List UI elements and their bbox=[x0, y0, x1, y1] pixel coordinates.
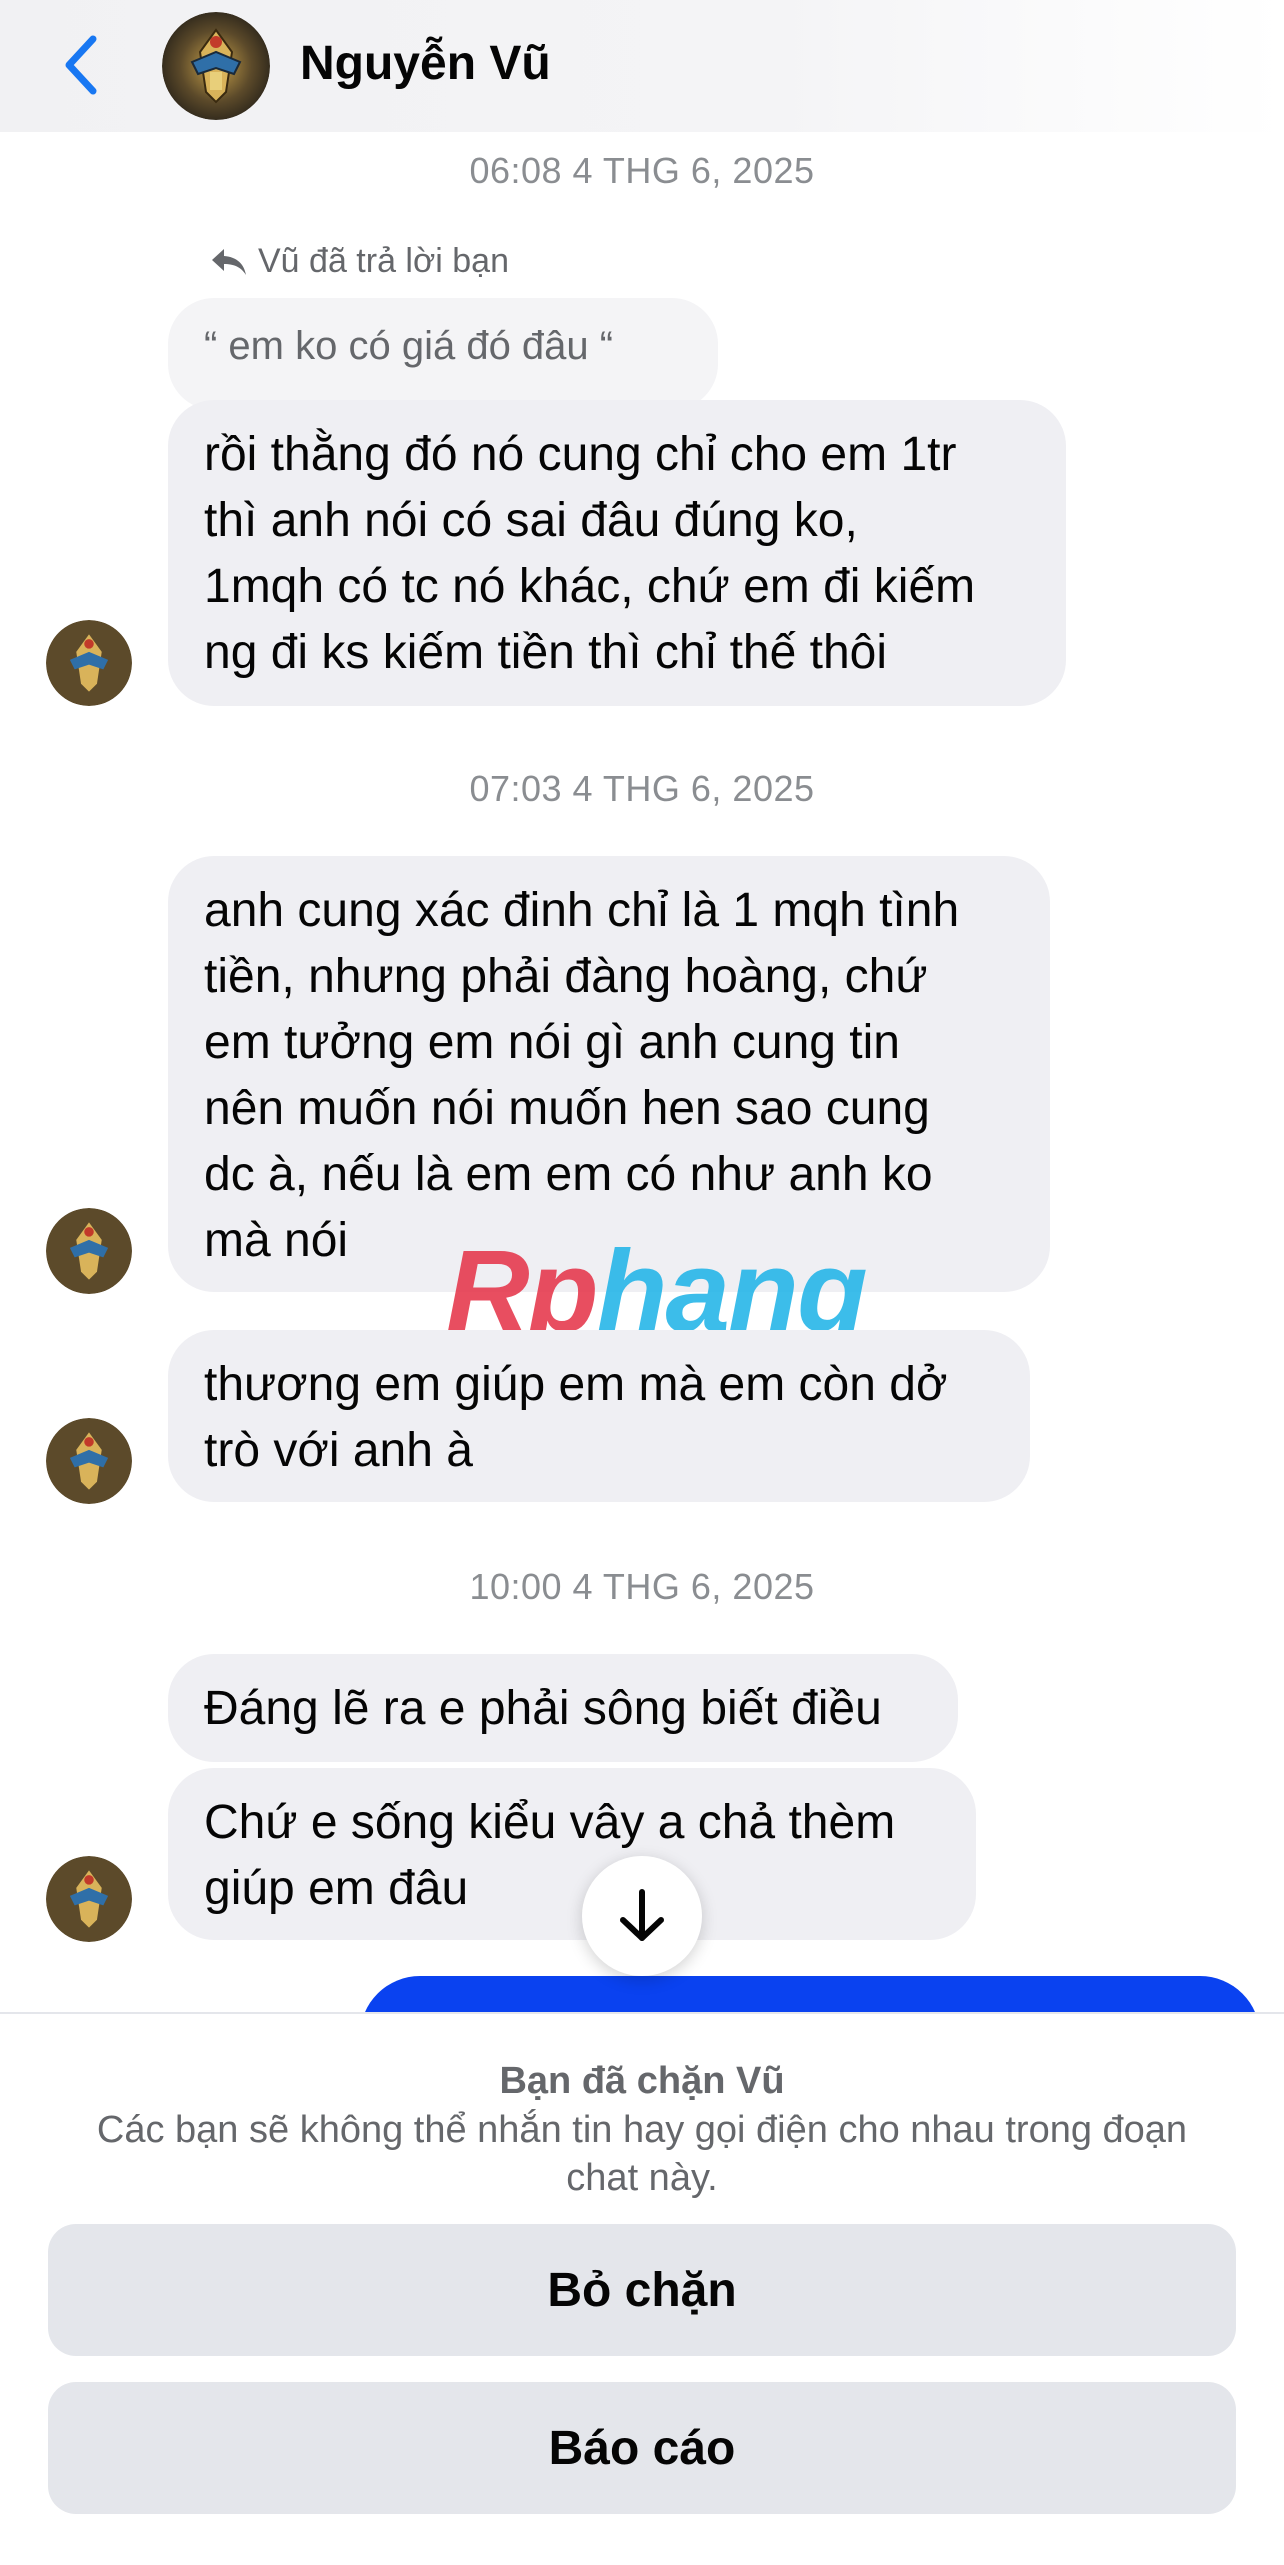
reply-label-text: Vũ đã trả lời bạn bbox=[258, 242, 509, 280]
timestamp: 10:00 4 THG 6, 2025 bbox=[469, 1566, 815, 1607]
contact-name[interactable]: Nguyễn Vũ bbox=[300, 36, 551, 91]
sender-avatar[interactable] bbox=[46, 620, 132, 706]
message-line: thương em giúp em mà em còn dở bbox=[204, 1358, 948, 1411]
message-line: thì anh nói có sai đâu đúng ko, bbox=[204, 494, 858, 547]
unblock-button[interactable]: Bỏ chặn bbox=[48, 2224, 1236, 2356]
timestamp: 06:08 4 THG 6, 2025 bbox=[469, 150, 815, 191]
message-bubble[interactable]: Đáng lẽ ra e phải sông biết điều bbox=[168, 1654, 958, 1762]
reply-indicator: Vũ đã trả lời bạn bbox=[210, 242, 509, 281]
message-line: rồi thằng đó nó cung chỉ cho em 1tr bbox=[204, 428, 957, 481]
blocked-description: Các bạn sẽ không thể nhắn tin hay gọi đi… bbox=[96, 2109, 1188, 2199]
message-line: nên muốn nói muốn hen sao cung bbox=[204, 1082, 930, 1135]
reply-arrow-icon bbox=[212, 248, 246, 275]
message-bubble[interactable]: Chứ e sống kiểu vây a chả thèm giúp em đ… bbox=[168, 1768, 976, 1940]
replied-message-quote[interactable]: “ em ko có giá đó đâu “ bbox=[168, 298, 718, 410]
message-bubble[interactable]: rồi thằng đó nó cung chỉ cho em 1tr thì … bbox=[168, 400, 1066, 706]
message-line: Chứ e sống kiểu vây a chả thèm bbox=[204, 1796, 896, 1849]
message-line: em tưởng em nói gì anh cung tin bbox=[204, 1016, 900, 1069]
timestamp: 07:03 4 THG 6, 2025 bbox=[469, 768, 815, 809]
message-line: 1mqh có tc nó khác, chứ em đi kiếm bbox=[204, 560, 976, 613]
message-line: Đáng lẽ ra e phải sông biết điều bbox=[204, 1682, 882, 1735]
blocked-panel: Bạn đã chặn Vũ Các bạn sẽ không thể nhắn… bbox=[0, 2012, 1284, 2565]
pharaoh-avatar-icon bbox=[46, 1856, 132, 1942]
blocked-title: Bạn đã chặn Vũ bbox=[499, 2060, 785, 2102]
pharaoh-avatar-icon bbox=[162, 12, 270, 120]
back-button[interactable] bbox=[56, 30, 106, 100]
message-line: anh cung xác đinh chỉ là 1 mqh tình bbox=[204, 884, 960, 937]
sender-avatar[interactable] bbox=[46, 1418, 132, 1504]
pharaoh-avatar-icon bbox=[46, 1418, 132, 1504]
message-bubble[interactable]: thương em giúp em mà em còn dở trò với a… bbox=[168, 1330, 1030, 1502]
chat-header: Nguyễn Vũ bbox=[0, 0, 1284, 132]
message-line: dc à, nếu là em em có như anh ko bbox=[204, 1148, 933, 1201]
pharaoh-avatar-icon bbox=[46, 620, 132, 706]
pharaoh-avatar-icon bbox=[46, 1208, 132, 1294]
sender-avatar[interactable] bbox=[46, 1208, 132, 1294]
chevron-left-icon bbox=[65, 35, 97, 95]
avatar[interactable] bbox=[162, 12, 270, 120]
sender-avatar[interactable] bbox=[46, 1856, 132, 1942]
arrow-down-icon bbox=[620, 1889, 664, 1941]
message-line: trò với anh à bbox=[204, 1424, 473, 1477]
scroll-to-bottom-button[interactable] bbox=[582, 1856, 702, 1976]
message-line: tiền, nhưng phải đàng hoàng, chứ bbox=[204, 950, 928, 1003]
message-line: giúp em đâu bbox=[204, 1862, 469, 1915]
message-line: ng đi ks kiếm tiền thì chỉ thế thôi bbox=[204, 626, 888, 679]
report-button[interactable]: Báo cáo bbox=[48, 2382, 1236, 2514]
